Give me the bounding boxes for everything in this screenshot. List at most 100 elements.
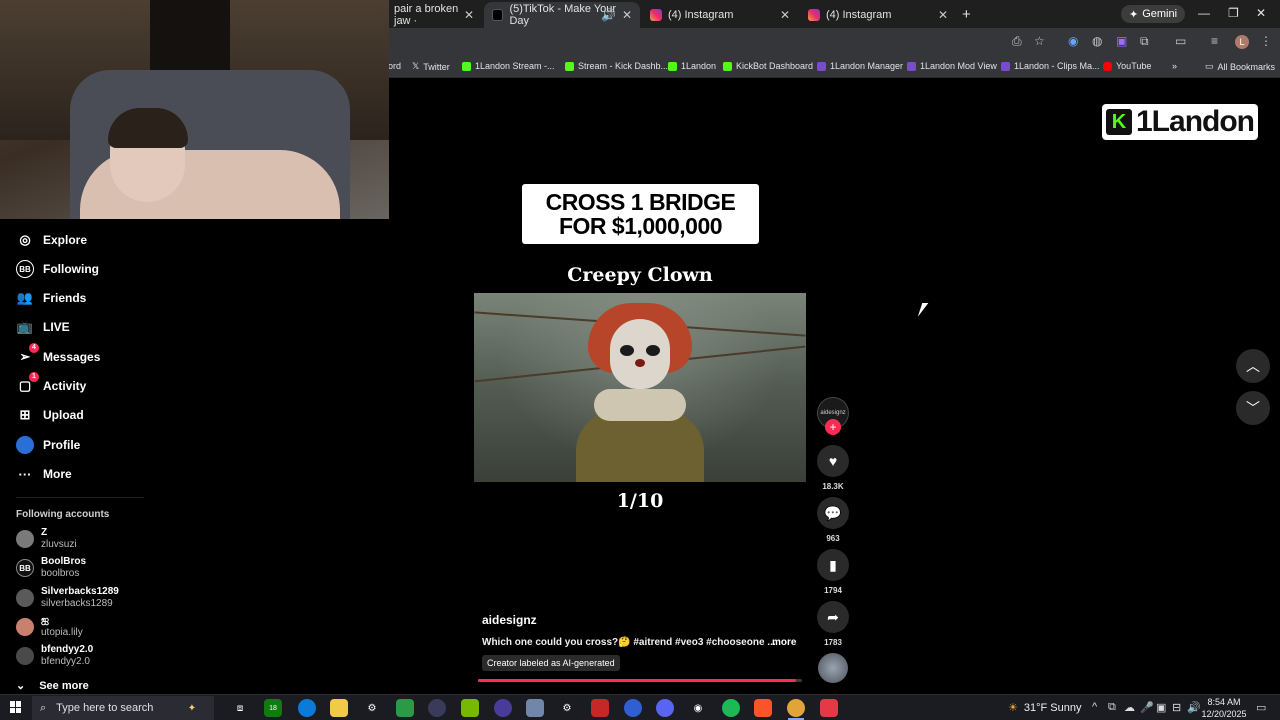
sidebar-item-explore[interactable]: ◎ Explore	[16, 230, 87, 250]
video-progress-bar[interactable]	[478, 679, 802, 682]
video-author[interactable]: aidesignz	[482, 613, 537, 627]
following-account[interactable]: Silverbacks1289 silverbacks1289	[16, 584, 119, 612]
close-icon[interactable]: ✕	[780, 8, 790, 22]
media-control-icon[interactable]: ≡	[1211, 34, 1218, 48]
clown-bridge-image[interactable]	[474, 293, 806, 482]
task-view-icon[interactable]: ⧈	[231, 699, 249, 717]
chrome-icon[interactable]	[787, 699, 805, 717]
following-account[interactable]: ஐ utopia.lily	[16, 613, 83, 641]
comment-button[interactable]: 💬	[817, 497, 849, 529]
bookmark-kickbot[interactable]: KickBot Dashboard	[723, 61, 813, 71]
bookmark-mod-view[interactable]: 1Landon Mod View	[907, 61, 997, 71]
side-panel-icon[interactable]: ▭	[1175, 34, 1186, 48]
bookmark-item[interactable]: ord	[388, 61, 401, 71]
bookmark-1landon[interactable]: 1Landon	[668, 61, 716, 71]
previous-video-button[interactable]: ︿	[1236, 349, 1270, 383]
settings-gear-icon[interactable]: ⚙	[558, 699, 576, 717]
following-account[interactable]: Zzluvsuzi	[16, 525, 77, 553]
obs-icon[interactable]: ◉	[689, 699, 707, 717]
share-button[interactable]: ➦	[817, 601, 849, 633]
bookmark-kick-dashboard[interactable]: Stream - Kick Dashb...	[565, 61, 668, 71]
minimize-icon[interactable]: —	[1198, 6, 1210, 20]
close-window-icon[interactable]: ✕	[1256, 6, 1266, 20]
bookmark-star-icon[interactable]: ☆	[1034, 34, 1045, 48]
sidebar-item-upload[interactable]: ⊞ Upload	[16, 405, 84, 425]
bookmarks-overflow-icon[interactable]: »	[1172, 61, 1177, 71]
file-explorer-icon[interactable]	[330, 699, 348, 717]
sidebar-item-profile[interactable]: Profile	[16, 435, 80, 455]
sidebar-item-messages[interactable]: ➢ 4 Messages	[16, 343, 100, 367]
save-button[interactable]: ▮	[817, 549, 849, 581]
extension-icon[interactable]: ◍	[1092, 34, 1102, 48]
app-red-icon[interactable]	[591, 699, 609, 717]
caption-more-link[interactable]: more	[772, 637, 796, 648]
steam-icon[interactable]: ⚙	[363, 699, 381, 717]
discord-icon[interactable]	[656, 699, 674, 717]
media-player-icon[interactable]	[494, 699, 512, 717]
tab-tiktok[interactable]: (5)TikTok - Make Your Day 🔊 ✕	[484, 2, 640, 28]
sidebar-item-activity[interactable]: ▢ 1 Activity	[16, 372, 86, 396]
volume-icon[interactable]: 🔊	[1187, 701, 1201, 714]
extension-icon[interactable]: ◉	[1068, 34, 1078, 48]
close-icon[interactable]: ✕	[464, 8, 474, 22]
bookmark-youtube[interactable]: YouTube	[1103, 61, 1151, 71]
tray-app-icon[interactable]: ⧉	[1108, 701, 1116, 714]
install-app-icon[interactable]: ⎙	[1012, 34, 1022, 49]
profile-avatar[interactable]: L	[1235, 35, 1249, 49]
close-icon[interactable]: ✕	[622, 8, 632, 22]
nvidia-icon[interactable]	[461, 699, 479, 717]
brave-icon[interactable]	[754, 699, 772, 717]
sidebar-item-live[interactable]: 📺 LIVE	[16, 317, 70, 337]
bookmark-twitter[interactable]: 𝕏 Twitter	[412, 61, 450, 72]
tray-app-icon[interactable]: ☁	[1124, 701, 1135, 714]
weather-widget[interactable]: ☀ 31°F Sunny	[1008, 701, 1081, 715]
copilot-sparkle-icon[interactable]: ✦	[183, 699, 201, 717]
bookmark-label: 1Landon Mod View	[920, 61, 997, 71]
kick-icon	[668, 61, 677, 71]
all-bookmarks[interactable]: ▭ All Bookmarks	[1205, 61, 1275, 72]
sidebar-item-friends[interactable]: 👥 Friends	[16, 288, 86, 308]
following-account[interactable]: BB BoolBros boolbros	[16, 554, 86, 582]
tab-broken-jaw[interactable]: pair a broken jaw · ✕	[386, 2, 482, 28]
speaker-icon[interactable]: 🔊	[601, 8, 616, 22]
bookmark-label: KickBot Dashboard	[736, 61, 814, 71]
taskbar-clock[interactable]: 8:54 AM 12/20/2025	[1200, 696, 1248, 720]
restore-icon[interactable]: ❐	[1228, 6, 1239, 20]
next-video-button[interactable]: ﹀	[1236, 391, 1270, 425]
sidebar-item-following[interactable]: BB Following	[16, 259, 99, 279]
app-icon[interactable]	[428, 699, 446, 717]
sidebar-item-more[interactable]: ··· More	[16, 464, 72, 484]
microphone-icon[interactable]: 🎤	[1140, 701, 1154, 714]
tray-app-icon[interactable]: ▣	[1156, 701, 1166, 714]
calculator-icon[interactable]	[526, 699, 544, 717]
spotify-icon[interactable]	[722, 699, 740, 717]
music-disc-icon[interactable]	[818, 653, 848, 683]
close-icon[interactable]: ✕	[938, 8, 948, 22]
see-more-button[interactable]: ⌄ See more	[16, 679, 89, 693]
app-pink-icon[interactable]	[820, 699, 838, 717]
extensions-puzzle-icon[interactable]: ⧉	[1140, 34, 1149, 49]
like-button[interactable]: ♥	[817, 445, 849, 477]
xbox-icon[interactable]: 18	[264, 699, 282, 717]
twitch-extension-icon[interactable]: ▣	[1116, 34, 1127, 48]
store-icon[interactable]	[396, 699, 414, 717]
menu-dots-icon[interactable]: ⋮	[1260, 34, 1272, 48]
tab-instagram-2[interactable]: (4) Instagram ✕	[800, 2, 956, 28]
app-blue-icon[interactable]	[624, 699, 642, 717]
windows-start-icon[interactable]	[10, 701, 22, 713]
follow-plus-icon[interactable]: +	[825, 419, 841, 435]
instagram-icon	[808, 9, 820, 21]
video-caption: Which one could you cross?🤔 #aitrend #ve…	[482, 637, 776, 648]
tab-instagram-1[interactable]: (4) Instagram ✕	[642, 2, 798, 28]
kick-icon	[723, 61, 732, 71]
edge-icon[interactable]	[298, 699, 316, 717]
notifications-icon[interactable]: ▭	[1256, 701, 1266, 714]
bookmark-stream[interactable]: 1Landon Stream -...	[462, 61, 555, 71]
following-account[interactable]: bfendyy2.0 bfendyy2.0	[16, 642, 93, 670]
bookmark-manager[interactable]: 1Landon Manager	[817, 61, 903, 71]
chevron-up-icon[interactable]: ^	[1092, 701, 1097, 713]
bookmark-clips[interactable]: 1Landon - Clips Ma...	[1001, 61, 1100, 71]
network-icon[interactable]: ⊟	[1172, 701, 1181, 714]
new-tab-icon[interactable]: +	[962, 6, 971, 23]
gemini-button[interactable]: ✦ Gemini	[1121, 5, 1186, 23]
